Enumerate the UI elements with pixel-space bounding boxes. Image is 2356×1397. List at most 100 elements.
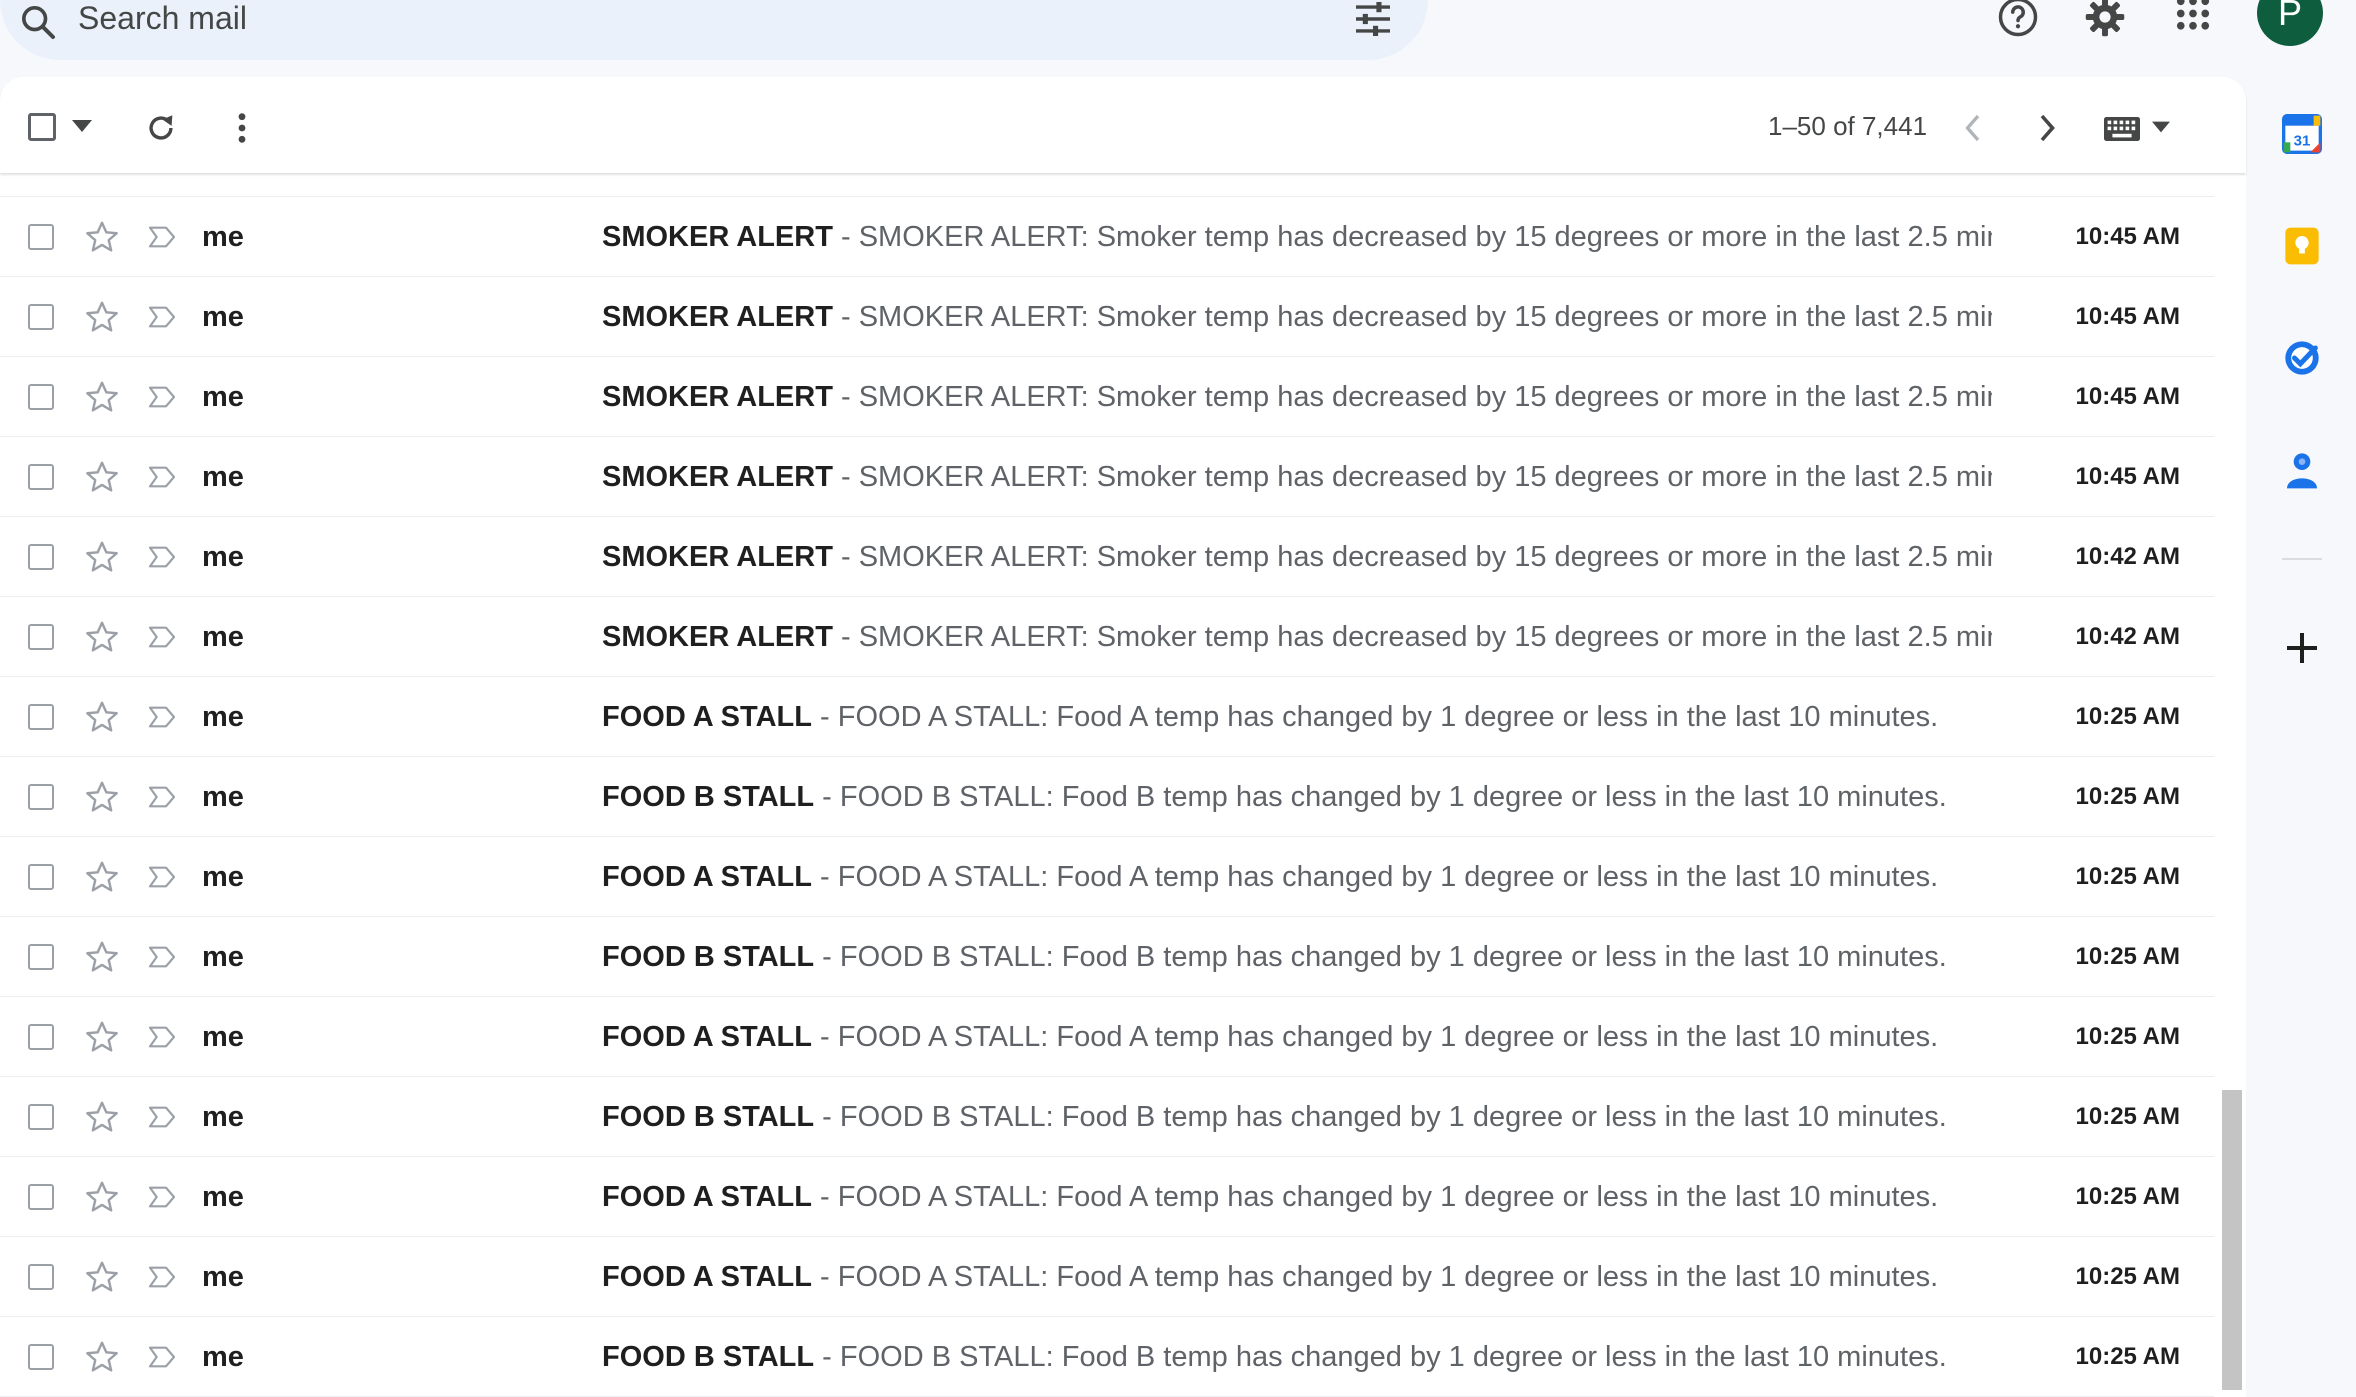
importance-marker-icon[interactable] (146, 621, 178, 653)
scrollbar-thumb[interactable] (2222, 1090, 2242, 1390)
email-row[interactable]: me SMOKER ALERT - SMOKER ALERT: Smoker te… (0, 437, 2214, 517)
older-page-icon[interactable] (1960, 113, 1984, 143)
importance-marker-icon[interactable] (146, 1341, 178, 1373)
row-checkbox[interactable] (28, 864, 54, 890)
search-options-icon[interactable] (1352, 2, 1394, 36)
subject-separator: - (811, 1181, 838, 1213)
star-icon[interactable] (84, 779, 120, 815)
input-tools-dropdown-icon[interactable] (2152, 121, 2170, 133)
email-snippet: FOOD A STALL: Food A temp has changed by… (837, 861, 1939, 893)
email-time: 10:25 AM (2075, 863, 2180, 890)
star-icon[interactable] (84, 219, 120, 255)
email-row[interactable]: me SMOKER ALERT - SMOKER ALERT: Smoker te… (0, 277, 2214, 357)
row-checkbox[interactable] (28, 224, 54, 250)
star-icon[interactable] (84, 1099, 120, 1135)
account-avatar[interactable]: P (2257, 0, 2323, 46)
email-row[interactable]: me FOOD A STALL - FOOD A STALL: Food A te… (0, 837, 2214, 917)
email-row[interactable]: me FOOD A STALL - FOOD A STALL: Food A te… (0, 1157, 2214, 1237)
select-dropdown-icon[interactable] (72, 119, 92, 133)
star-icon[interactable] (84, 859, 120, 895)
email-row[interactable]: me FOOD B STALL - FOOD B STALL: Food B te… (0, 173, 2214, 197)
email-content: FOOD A STALL - FOOD A STALL: Food A temp… (602, 859, 1992, 895)
star-icon[interactable] (84, 539, 120, 575)
tasks-icon[interactable] (2282, 338, 2322, 378)
email-row[interactable]: me FOOD B STALL - FOOD B STALL: Food B te… (0, 917, 2214, 997)
row-checkbox[interactable] (28, 944, 54, 970)
row-checkbox[interactable] (28, 784, 54, 810)
email-time: 10:45 AM (2076, 173, 2180, 175)
email-row[interactable]: me FOOD B STALL - FOOD B STALL: Food B te… (0, 757, 2214, 837)
keep-icon[interactable] (2282, 226, 2322, 266)
email-snippet: SMOKER ALERT: Smoker temp has decreased … (858, 381, 1992, 413)
more-options-icon[interactable] (230, 111, 254, 145)
importance-marker-icon[interactable] (146, 701, 178, 733)
search-icon[interactable] (16, 2, 60, 42)
star-icon[interactable] (84, 1019, 120, 1055)
importance-marker-icon[interactable] (146, 541, 178, 573)
star-icon[interactable] (84, 459, 120, 495)
email-row[interactable]: me SMOKER ALERT - SMOKER ALERT: Smoker te… (0, 597, 2214, 677)
search-bar[interactable]: Search mail (0, 0, 1428, 60)
email-row[interactable]: me FOOD B STALL - FOOD B STALL: Food B te… (0, 1317, 2214, 1397)
email-snippet: SMOKER ALERT: Smoker temp has decreased … (858, 301, 1992, 333)
star-icon[interactable] (84, 1339, 120, 1375)
email-subject: FOOD A STALL (602, 1261, 812, 1293)
importance-marker-icon[interactable] (146, 381, 178, 413)
contacts-icon[interactable] (2282, 450, 2322, 490)
row-checkbox[interactable] (28, 1344, 54, 1370)
email-row[interactable]: me SMOKER ALERT - SMOKER ALERT: Smoker te… (0, 197, 2214, 277)
star-icon[interactable] (84, 699, 120, 735)
sender-name: me (202, 861, 244, 893)
settings-gear-icon[interactable] (2080, 0, 2130, 38)
select-all-checkbox[interactable] (28, 113, 56, 141)
row-checkbox[interactable] (28, 304, 54, 330)
star-icon[interactable] (84, 299, 120, 335)
email-list: me FOOD B STALL - FOOD B STALL: Food B te… (0, 173, 2214, 1397)
newer-page-icon[interactable] (2036, 113, 2060, 143)
email-snippet: SMOKER ALERT: Smoker temp has decreased … (858, 221, 1992, 253)
star-icon[interactable] (84, 1259, 120, 1295)
star-icon[interactable] (84, 379, 120, 415)
row-checkbox[interactable] (28, 1104, 54, 1130)
row-checkbox[interactable] (28, 624, 54, 650)
calendar-icon[interactable]: 31 (2282, 114, 2322, 154)
importance-marker-icon[interactable] (146, 1261, 178, 1293)
email-row[interactable]: me FOOD B STALL - FOOD B STALL: Food B te… (0, 1077, 2214, 1157)
star-icon[interactable] (84, 173, 120, 175)
importance-marker-icon[interactable] (146, 1181, 178, 1213)
row-checkbox[interactable] (28, 1184, 54, 1210)
email-row[interactable]: me SMOKER ALERT - SMOKER ALERT: Smoker te… (0, 517, 2214, 597)
email-subject: FOOD A STALL (602, 701, 812, 733)
email-row[interactable]: me FOOD A STALL - FOOD A STALL: Food A te… (0, 1237, 2214, 1317)
email-snippet: FOOD B STALL: Food B temp has changed by… (839, 781, 1947, 813)
star-icon[interactable] (84, 1179, 120, 1215)
email-row[interactable]: me FOOD A STALL - FOOD A STALL: Food A te… (0, 677, 2214, 757)
importance-marker-icon[interactable] (146, 301, 178, 333)
importance-marker-icon[interactable] (146, 781, 178, 813)
calendar-day-label: 31 (2294, 133, 2311, 150)
keyboard-icon[interactable] (2104, 117, 2140, 141)
importance-marker-icon[interactable] (146, 941, 178, 973)
importance-marker-icon[interactable] (146, 861, 178, 893)
row-checkbox[interactable] (28, 1264, 54, 1290)
search-input[interactable]: Search mail (78, 0, 247, 38)
add-icon[interactable] (2282, 628, 2322, 668)
refresh-icon[interactable] (144, 111, 178, 145)
apps-grid-icon[interactable] (2168, 0, 2218, 38)
row-checkbox[interactable] (28, 544, 54, 570)
email-row[interactable]: me SMOKER ALERT - SMOKER ALERT: Smoker te… (0, 357, 2214, 437)
email-row[interactable]: me FOOD A STALL - FOOD A STALL: Food A te… (0, 997, 2214, 1077)
row-checkbox[interactable] (28, 1024, 54, 1050)
email-content: FOOD B STALL - FOOD B STALL: Food B temp… (602, 779, 1992, 815)
importance-marker-icon[interactable] (146, 461, 178, 493)
importance-marker-icon[interactable] (146, 1021, 178, 1053)
email-time: 10:42 AM (2075, 623, 2180, 650)
importance-marker-icon[interactable] (146, 1101, 178, 1133)
row-checkbox[interactable] (28, 464, 54, 490)
row-checkbox[interactable] (28, 384, 54, 410)
row-checkbox[interactable] (28, 704, 54, 730)
importance-marker-icon[interactable] (146, 221, 178, 253)
star-icon[interactable] (84, 939, 120, 975)
help-icon[interactable] (1993, 0, 2043, 38)
star-icon[interactable] (84, 619, 120, 655)
